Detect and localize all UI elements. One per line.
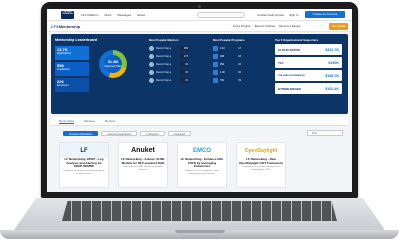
- tab-mentees[interactable]: Mentees: [84, 119, 95, 123]
- org-card[interactable]: TLF $190K: [275, 57, 342, 68]
- create-account-button[interactable]: Create an Account: [305, 11, 345, 18]
- top-search-input[interactable]: [197, 12, 245, 18]
- card-banner: LF: [60, 143, 108, 158]
- stat-applications: 13.7K Applications: [55, 46, 89, 60]
- card-description: Build tools for SUML models for network …: [123, 166, 163, 171]
- sub-link-become-mentee[interactable]: Become a Mentee: [279, 25, 300, 28]
- card-banner: EMCO: [178, 143, 226, 158]
- program-row[interactable]: 496 93: [213, 53, 241, 60]
- stipends-value: $1.3M Stipends Paid: [104, 55, 122, 73]
- card-banner: OpenDaylight: [237, 143, 285, 158]
- org-logo: HYPERLEDGER: [278, 86, 301, 91]
- top-nav: THE LINUX FOUNDATION LFX Platform Docs M…: [47, 9, 352, 21]
- sub-nav-links: Find a Program Become a Mentor Become a …: [233, 25, 300, 28]
- program-row[interactable]: 781 39: [213, 77, 241, 84]
- mentor-row[interactable]: Mentor Name 173: [149, 53, 189, 60]
- mentor-row[interactable]: Mentor Name 380: [149, 45, 189, 52]
- mentor-row[interactable]: Mentor Name 43: [149, 61, 189, 68]
- leaderboard-panel: Mentorship Leaderboard 13.7K Applications…: [51, 34, 348, 114]
- linux-foundation-logo[interactable]: THE LINUX FOUNDATION: [61, 11, 74, 19]
- card-description: Develop a log analysis and alerting syst…: [63, 169, 105, 175]
- card-description: Improve the CI/CD pipelines using Kubern…: [185, 169, 219, 175]
- mentorship-search-input[interactable]: Find: [307, 130, 343, 136]
- card-title[interactable]: LF Networking: EPHP - Log Analysis and A…: [60, 157, 108, 169]
- leaderboard-title: Mentorship Leaderboard: [55, 38, 98, 42]
- content-tabs: Mentorships Mentees Mentors: [51, 117, 348, 126]
- card-banner: Anuket: [119, 143, 167, 158]
- stat-graduated: 558 Graduated: [55, 62, 89, 76]
- nav-link-messages[interactable]: Messages: [117, 13, 131, 17]
- program-row[interactable]: 952 32: [213, 61, 241, 68]
- mentorship-card[interactable]: LF LF Networking: EPHP - Log Analysis an…: [59, 142, 109, 188]
- opening-notch: [175, 230, 225, 233]
- programs-heading: Most Popular Programs: [213, 38, 245, 42]
- screen: THE LINUX FOUNDATION LFX Platform Docs M…: [47, 9, 352, 192]
- program-row[interactable]: 2.1K 17: [213, 45, 241, 52]
- avatar: [149, 46, 154, 51]
- mentors-heading: Most Popular Mentors: [149, 38, 179, 42]
- org-logo: CLOUD NATIVE: [278, 47, 301, 52]
- mentorship-card[interactable]: OpenDaylight LF Networking - New OpenDay…: [236, 142, 286, 188]
- org-card[interactable]: CLOUD NATIVE $322.7K: [275, 44, 342, 55]
- mentorship-card[interactable]: EMCO LF Networking - Enhance DEL CI/CD b…: [177, 142, 227, 188]
- mentorship-card[interactable]: Anuket LF Networking - Anuket: SUML Mode…: [118, 142, 168, 188]
- keyboard: [62, 201, 337, 221]
- top-nav-links: LFX Platform Docs Messages About: [81, 13, 145, 17]
- nav-link-help[interactable]: Contact Help Center: [257, 13, 284, 17]
- filter-accepted[interactable]: Accepted Applications: [63, 131, 99, 136]
- mentor-row[interactable]: Mentor Name 31: [149, 77, 189, 84]
- stipends-donut: $1.3M Stipends Paid: [99, 50, 127, 78]
- card-title[interactable]: LF Networking - New OpenDaylight CSIT Fr…: [237, 157, 285, 165]
- sub-link-find-program[interactable]: Find a Program: [233, 25, 251, 28]
- program-icon: [213, 70, 218, 75]
- tab-mentorships[interactable]: Mentorships: [59, 119, 75, 124]
- org-card[interactable]: THE LINUX FOUNDATION $188.7K: [275, 70, 342, 81]
- program-icon: [213, 46, 218, 51]
- filter-in-progress[interactable]: In Progress: [140, 131, 165, 136]
- nav-link-about[interactable]: About: [137, 13, 145, 17]
- program-icon: [213, 78, 218, 83]
- org-logo: THE LINUX FOUNDATION: [278, 74, 305, 77]
- nav-link-docs[interactable]: Docs: [105, 13, 112, 17]
- program-row[interactable]: 1.0K 62: [213, 69, 241, 76]
- card-title[interactable]: LF Networking - Enhance DEL CI/CD by lev…: [178, 157, 226, 169]
- nav-link-signin[interactable]: Sign In: [289, 13, 298, 17]
- laptop-frame: THE LINUX FOUNDATION LFX Platform Docs M…: [0, 0, 399, 246]
- card-title[interactable]: LF Networking - Anuket: SUML Models for …: [119, 157, 167, 165]
- program-icon: [213, 62, 218, 67]
- get-started-button[interactable]: Get Started: [329, 23, 348, 30]
- top-nav-right: Contact Help Center Sign In: [257, 13, 299, 17]
- card-description: Develop a new testing framework for Open…: [243, 166, 279, 171]
- sub-link-become-mentor[interactable]: Become a Mentor: [255, 25, 275, 28]
- sub-nav: LFXMentorship Find a Program Become a Me…: [47, 21, 352, 32]
- avatar: [149, 62, 154, 67]
- filter-completed[interactable]: Completed: [167, 131, 192, 136]
- webcam: [198, 5, 201, 8]
- filter-accepting[interactable]: Accepting Applications: [101, 131, 138, 136]
- program-icon: [213, 54, 218, 59]
- mentor-row[interactable]: Mentor Name 34: [149, 69, 189, 76]
- nav-link-platform[interactable]: LFX Platform: [81, 13, 99, 17]
- tab-mentors[interactable]: Mentors: [105, 119, 115, 123]
- lfx-mentorship-brand[interactable]: LFXMentorship: [51, 24, 80, 29]
- org-card[interactable]: HYPERLEDGER $162.4K: [275, 83, 342, 94]
- avatar: [149, 78, 154, 83]
- org-logo: TLF: [278, 60, 284, 65]
- orgs-heading: Top 5 Organizational Supporters: [275, 38, 319, 42]
- avatar: [149, 70, 154, 75]
- stat-employed: 326 Employed: [55, 78, 89, 92]
- avatar: [149, 54, 154, 59]
- status-filters: Accepted Applications Accepting Applicat…: [51, 129, 348, 138]
